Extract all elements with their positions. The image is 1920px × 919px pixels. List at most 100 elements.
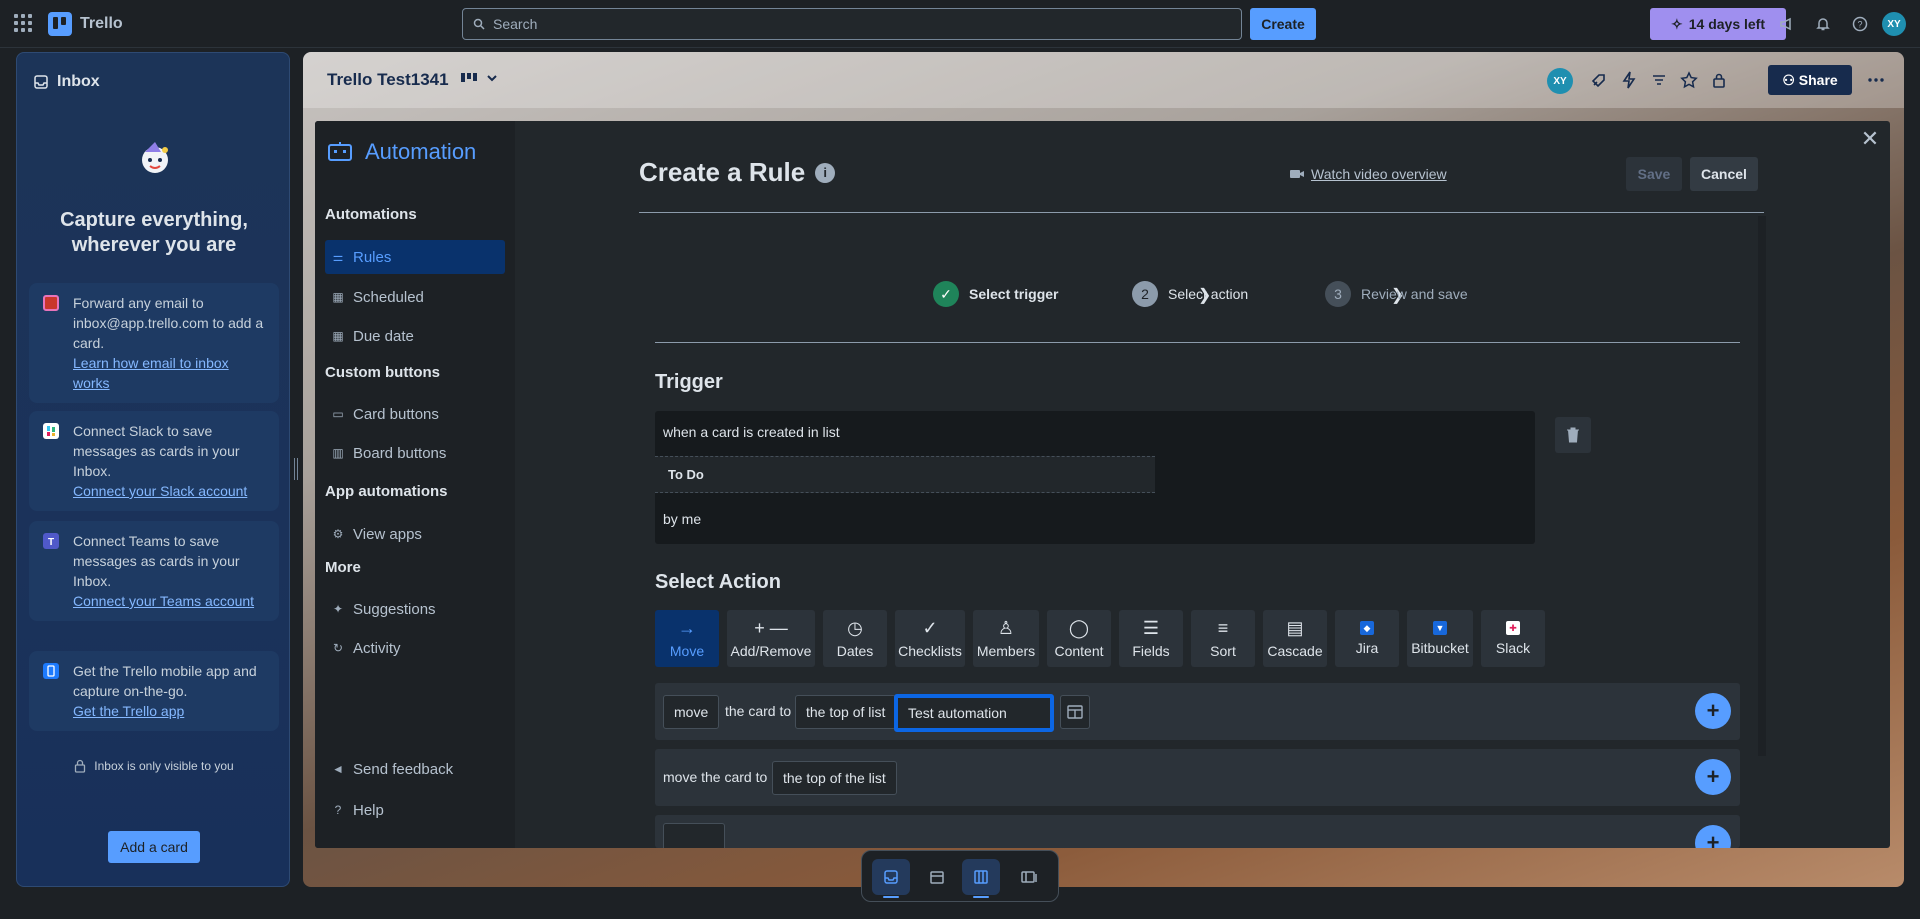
inbox-tip-teams: T Connect Teams to save messages as card…	[29, 521, 279, 621]
search-input[interactable]	[493, 16, 1185, 32]
learn-email-link[interactable]: Learn how email to inbox works	[73, 353, 269, 393]
add-action-button[interactable]: +	[1695, 759, 1731, 795]
list-picker-button[interactable]	[1060, 695, 1090, 729]
partial-field[interactable]	[663, 823, 725, 848]
planner-toggle-button[interactable]	[918, 859, 956, 895]
connect-slack-link[interactable]: Connect your Slack account	[73, 481, 269, 501]
inbox-header: Inbox	[17, 53, 289, 111]
add-person-icon: ⚇	[1782, 71, 1795, 88]
slack-icon: ✚	[1506, 621, 1520, 635]
connect-teams-link[interactable]: Connect your Teams account	[73, 591, 269, 611]
sparkles-icon: ✦	[332, 602, 344, 616]
action-text: the card to	[725, 703, 792, 719]
tab-jira[interactable]: ◆ Jira	[1335, 610, 1399, 667]
due-date-calendar-icon: ▦	[332, 329, 344, 343]
cancel-button[interactable]: Cancel	[1690, 157, 1758, 191]
bitbucket-icon: ▼	[1433, 621, 1447, 635]
step-select-trigger[interactable]: ✓ Select trigger	[933, 281, 1058, 307]
nav-item-help[interactable]: ? Help	[325, 793, 505, 827]
tab-slack[interactable]: ✚ Slack	[1481, 610, 1545, 667]
position-select[interactable]: the top of list	[795, 695, 897, 729]
app-switcher-icon[interactable]	[14, 14, 32, 32]
board-toggle-button[interactable]	[962, 859, 1000, 898]
add-card-button[interactable]: Add a card	[108, 831, 200, 863]
tab-cascade[interactable]: ▤ Cascade	[1263, 610, 1327, 667]
nav-item-card-buttons[interactable]: ▭ Card buttons	[325, 397, 505, 431]
nav-label: Rules	[353, 248, 392, 266]
trello-logo[interactable]: Trello	[48, 12, 123, 36]
get-app-link[interactable]: Get the Trello app	[73, 701, 269, 721]
add-action-button[interactable]: +	[1695, 825, 1731, 848]
board-view-switcher[interactable]	[460, 70, 500, 89]
tab-add-remove[interactable]: + — Add/Remove	[727, 610, 815, 667]
switch-boards-button[interactable]	[1010, 859, 1048, 895]
tab-move[interactable]: → Move	[655, 610, 719, 667]
tab-sort[interactable]: ≡ Sort	[1191, 610, 1255, 667]
action-row-partial: +	[655, 815, 1740, 848]
tab-content[interactable]: ◯ Content	[1047, 610, 1111, 667]
move-type-select[interactable]: move	[663, 695, 720, 729]
trigger-summary[interactable]: when a card is created in list To Do by …	[655, 411, 1535, 544]
nav-item-suggestions[interactable]: ✦ Suggestions	[325, 592, 505, 626]
step-select-action[interactable]: 2 Select action	[1132, 281, 1248, 307]
nav-section-app-automations: App automations	[325, 483, 448, 500]
search-box[interactable]	[462, 8, 1242, 40]
nav-item-send-feedback[interactable]: ◄ Send feedback	[325, 752, 505, 786]
robot-icon	[328, 142, 352, 161]
more-options-icon[interactable]	[1866, 70, 1886, 90]
tab-bitbucket[interactable]: ▼ Bitbucket	[1407, 610, 1473, 667]
card-icon: ▭	[332, 407, 344, 421]
action-text: move the card to	[663, 769, 768, 785]
tab-label: Dates	[836, 643, 874, 659]
help-icon[interactable]: ?	[1850, 14, 1870, 34]
delete-trigger-button[interactable]	[1555, 417, 1591, 453]
sort-icon: ≡	[1217, 618, 1229, 638]
teams-icon: T	[43, 533, 59, 549]
tab-fields[interactable]: ☰ Fields	[1119, 610, 1183, 667]
step-number: 2	[1132, 281, 1158, 307]
tip-text: Connect Teams to save messages as cards …	[73, 533, 240, 589]
list-name-input[interactable]	[894, 694, 1054, 732]
trial-button[interactable]: ✧ 14 days left	[1650, 8, 1786, 40]
automation-brand: Automation	[327, 139, 476, 165]
nav-item-board-buttons[interactable]: ▥ Board buttons	[325, 436, 505, 470]
power-ups-rocket-icon[interactable]	[1589, 70, 1609, 90]
nav-item-view-apps[interactable]: ⚙ View apps	[325, 517, 505, 551]
position-select[interactable]: the top of the list	[772, 761, 897, 795]
announcement-icon[interactable]	[1777, 14, 1797, 34]
top-bar: Trello Create ✧ 14 days left ? XY	[0, 0, 1920, 48]
inbox-toggle-button[interactable]	[872, 859, 910, 898]
board-icon: ▥	[332, 446, 344, 460]
notifications-bell-icon[interactable]	[1813, 14, 1833, 34]
automation-bolt-icon[interactable]	[1619, 70, 1639, 90]
info-icon[interactable]: i	[815, 162, 836, 183]
star-icon[interactable]	[1679, 70, 1699, 90]
action-row-move-in-list: move the card to the top of the list +	[655, 749, 1740, 806]
visibility-lock-icon[interactable]	[1709, 70, 1729, 90]
user-avatar[interactable]: XY	[1882, 12, 1906, 36]
step-review-save[interactable]: 3 Review and save	[1325, 281, 1468, 307]
board-title[interactable]: Trello Test1341	[327, 70, 449, 90]
watch-video-label: Watch video overview	[1311, 166, 1447, 182]
board-member-avatar[interactable]: XY	[1547, 68, 1573, 94]
tab-checklists[interactable]: ✓ Checklists	[895, 610, 965, 667]
nav-item-rules[interactable]: ⚌ Rules	[325, 240, 505, 274]
tab-dates[interactable]: ◷ Dates	[823, 610, 887, 667]
board-picker-icon	[1067, 705, 1083, 719]
action-row-move-to-list: move the card to the top of list +	[655, 683, 1740, 740]
nav-item-scheduled[interactable]: ▦ Scheduled	[325, 280, 505, 314]
board-switcher-bar	[861, 850, 1059, 902]
lines-icon: ☰	[1142, 618, 1160, 638]
share-button[interactable]: ⚇ Share	[1768, 65, 1852, 95]
panel-resize-handle[interactable]	[294, 458, 298, 480]
watch-video-link[interactable]: Watch video overview	[1289, 166, 1447, 182]
tab-members[interactable]: ♙ Members	[973, 610, 1039, 667]
nav-item-due-date[interactable]: ▦ Due date	[325, 319, 505, 353]
add-action-button[interactable]: +	[1695, 693, 1731, 729]
step-number: 3	[1325, 281, 1351, 307]
nav-item-activity[interactable]: ↻ Activity	[325, 631, 505, 665]
filter-icon[interactable]	[1649, 70, 1669, 90]
tip-text: Get the Trello mobile app and capture on…	[73, 663, 257, 699]
create-button[interactable]: Create	[1250, 8, 1316, 40]
save-button[interactable]: Save	[1626, 157, 1682, 191]
